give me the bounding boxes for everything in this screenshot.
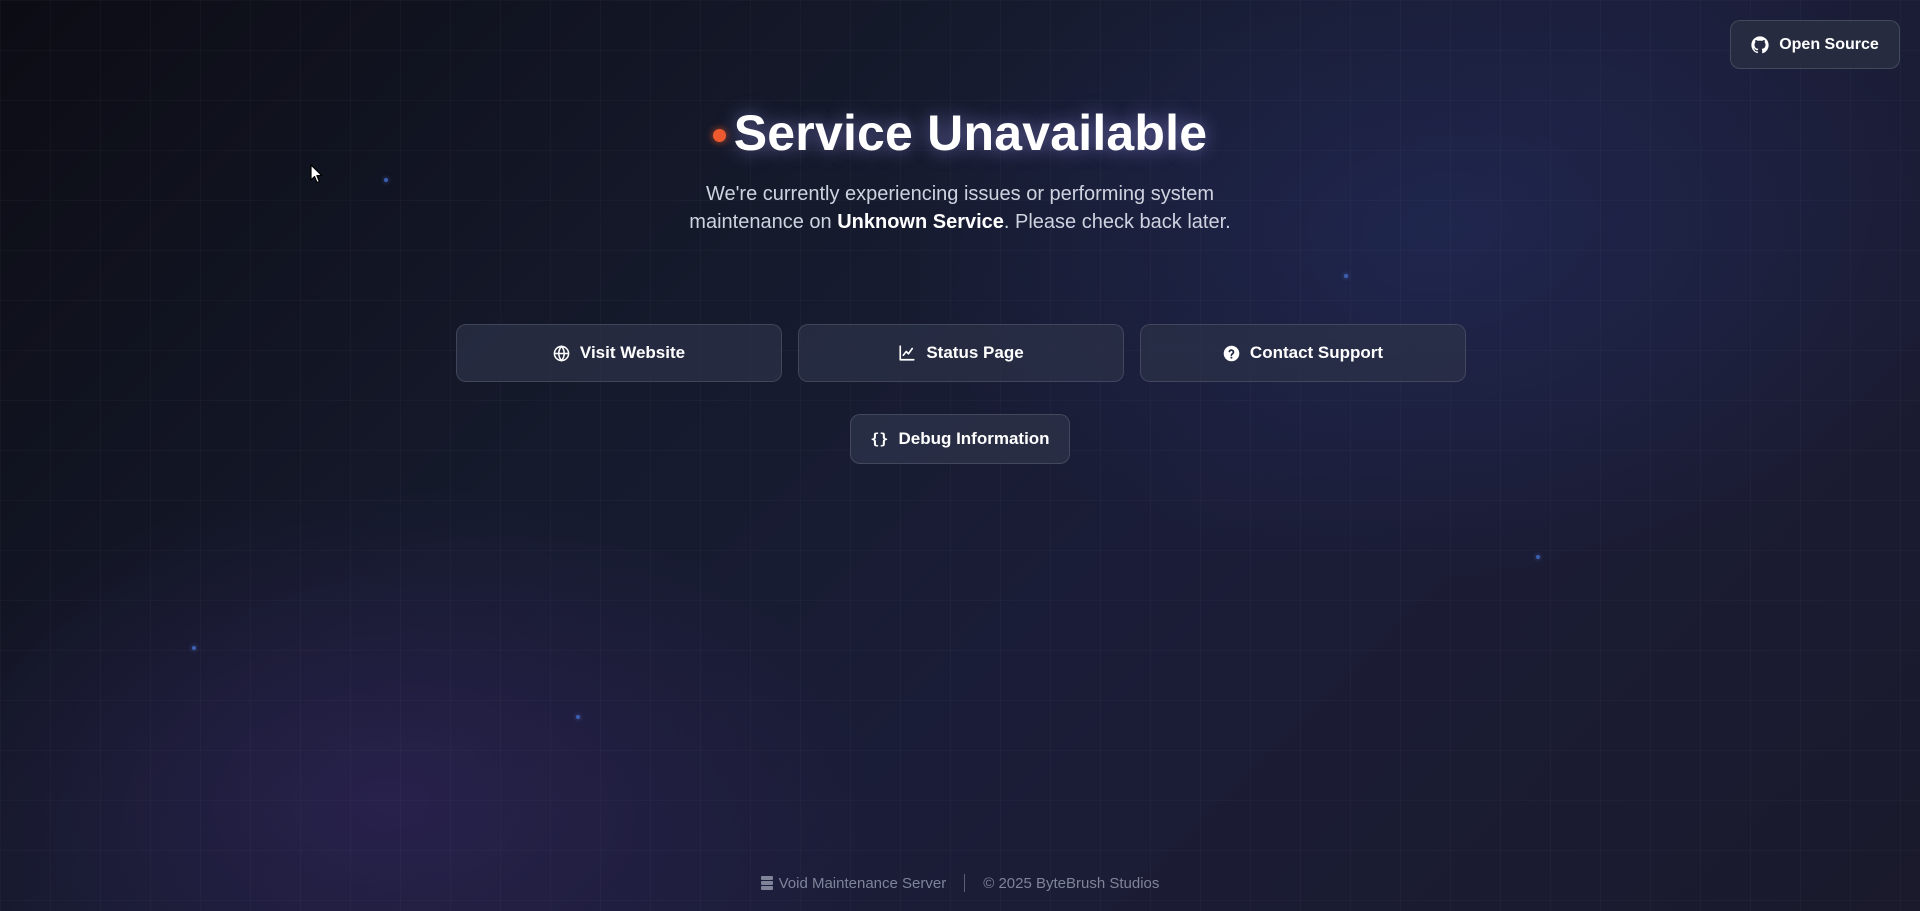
page-title: Service Unavailable xyxy=(733,105,1208,161)
server-label: Void Maintenance Server xyxy=(778,874,947,892)
title-row: Service Unavailable xyxy=(0,100,1920,166)
chart-line-icon xyxy=(898,344,916,362)
footer: Void Maintenance Server © 2025 ByteBrush… xyxy=(0,874,1920,892)
open-source-label: Open Source xyxy=(1779,35,1879,53)
contact-support-label: Contact Support xyxy=(1249,343,1384,362)
globe-icon xyxy=(553,344,570,362)
footer-divider xyxy=(964,874,966,892)
debug-information-button[interactable]: {} Debug Information xyxy=(850,414,1070,464)
background-star xyxy=(576,715,580,719)
background-star xyxy=(192,646,196,650)
status-page-button[interactable]: Status Page xyxy=(798,324,1124,382)
debug-information-label: Debug Information xyxy=(898,429,1050,448)
footer-server: Void Maintenance Server xyxy=(760,874,947,892)
contact-support-button[interactable]: Contact Support xyxy=(1140,324,1466,382)
open-source-button[interactable]: Open Source xyxy=(1730,20,1900,69)
status-page-label: Status Page xyxy=(926,343,1024,362)
page-subtitle: We're currently experiencing issues or p… xyxy=(660,180,1260,236)
service-name: Unknown Service xyxy=(837,211,1004,233)
visit-website-label: Visit Website xyxy=(579,343,686,362)
copyright-text: © 2025 ByteBrush Studios xyxy=(983,874,1160,892)
code-braces-icon: {} xyxy=(870,430,889,448)
background-star xyxy=(1344,274,1348,278)
status-dot-icon xyxy=(712,128,726,142)
subtitle-text-end: . Please check back later. xyxy=(1003,211,1231,233)
question-circle-icon xyxy=(1223,345,1240,362)
mouse-cursor-icon xyxy=(310,164,324,189)
server-icon xyxy=(760,876,773,890)
github-icon xyxy=(1751,35,1769,54)
action-buttons: Visit Website Status Page Contact Suppor… xyxy=(456,324,1466,382)
hero-section: Service Unavailable We're currently expe… xyxy=(0,100,1920,236)
background-star xyxy=(1536,555,1540,559)
visit-website-button[interactable]: Visit Website xyxy=(456,324,782,382)
